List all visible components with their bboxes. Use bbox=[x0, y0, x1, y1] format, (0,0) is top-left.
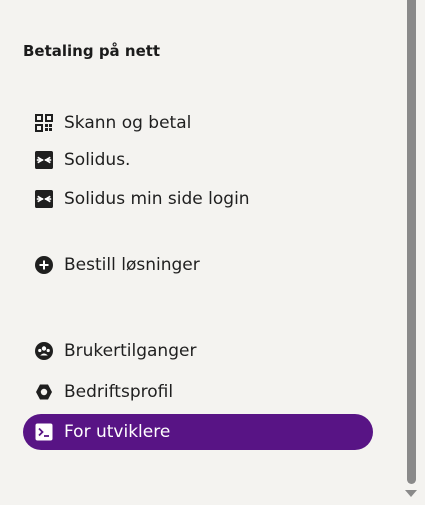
plus-circle-icon bbox=[35, 256, 53, 274]
menu-item-label: Bestill løsninger bbox=[64, 255, 200, 275]
sidebar-panel: Betaling på nett Skann og betal Solidus.… bbox=[0, 0, 404, 505]
menu-item-label: Skann og betal bbox=[64, 113, 192, 133]
menu-item-skann-og-betal[interactable]: Skann og betal bbox=[23, 105, 373, 141]
hexagon-icon bbox=[35, 383, 53, 401]
section-title: Betaling på nett bbox=[23, 42, 161, 60]
menu-item-label: For utviklere bbox=[64, 422, 171, 442]
scroll-down-arrow-icon[interactable] bbox=[405, 490, 417, 497]
menu-item-label: Solidus. bbox=[64, 150, 131, 170]
menu-item-label: Bedriftsprofil bbox=[64, 382, 174, 402]
login-arrow-icon bbox=[35, 190, 53, 208]
login-arrow-icon bbox=[35, 151, 53, 169]
users-icon bbox=[35, 342, 53, 360]
menu-item-solidus[interactable]: Solidus. bbox=[23, 142, 373, 178]
menu-item-bestill-losninger[interactable]: Bestill løsninger bbox=[23, 247, 373, 283]
menu-item-bedriftsprofil[interactable]: Bedriftsprofil bbox=[23, 374, 373, 410]
menu-item-brukertilganger[interactable]: Brukertilganger bbox=[23, 333, 373, 369]
menu-item-label: Solidus min side login bbox=[64, 189, 250, 209]
scrollbar-thumb[interactable] bbox=[407, 0, 416, 484]
menu-item-solidus-min-side-login[interactable]: Solidus min side login bbox=[23, 181, 373, 217]
terminal-icon bbox=[35, 423, 53, 441]
qr-code-icon bbox=[35, 114, 53, 132]
menu-item-for-utviklere[interactable]: For utviklere bbox=[23, 414, 373, 450]
menu-item-label: Brukertilganger bbox=[64, 341, 197, 361]
